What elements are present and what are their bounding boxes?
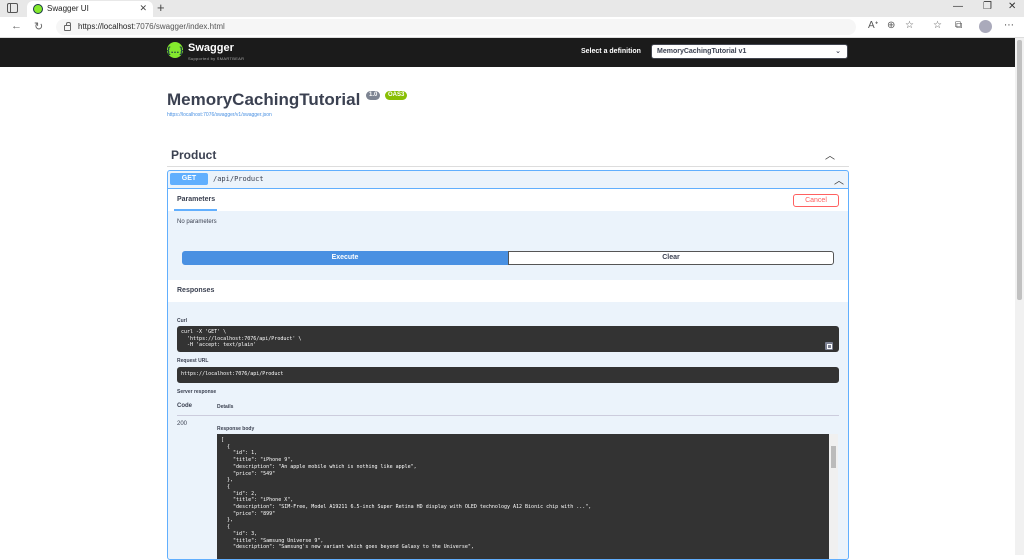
code-column-header: Code <box>177 403 192 409</box>
swagger-logo-icon[interactable]: {…} <box>167 42 183 58</box>
response-body-code: [ { "id": 1, "title": "iPhone 9", "descr… <box>217 434 829 559</box>
version-badge: 1.0 <box>366 91 381 100</box>
close-window-icon[interactable]: ✕ <box>1008 1 1016 12</box>
logo-text: Swagger <box>188 42 234 54</box>
page-scroll-thumb[interactable] <box>1017 40 1022 300</box>
tab-underline <box>174 209 217 211</box>
tag-divider <box>167 166 849 167</box>
response-body-label: Response body <box>217 426 255 432</box>
request-url-label: Request URL <box>177 358 209 364</box>
close-tab-icon[interactable]: ✕ <box>139 3 147 14</box>
browser-tab-bar: Swagger UI ✕ + — ❐ ✕ <box>0 0 1024 17</box>
collections-icon[interactable]: ⧉ <box>955 20 962 31</box>
browser-tab[interactable]: Swagger UI ✕ <box>27 1 153 17</box>
responses-title: Responses <box>177 287 215 294</box>
response-body-scroll-thumb[interactable] <box>831 446 836 468</box>
profile-avatar[interactable] <box>979 20 992 33</box>
table-divider <box>177 415 839 416</box>
parameters-header <box>168 189 848 211</box>
clear-button[interactable]: Clear <box>508 251 834 265</box>
window-menu-icon[interactable] <box>7 3 18 13</box>
definition-select[interactable]: MemoryCachingTutorial v1 ⌄ <box>651 44 848 59</box>
parameters-tab[interactable]: Parameters <box>177 196 215 203</box>
refresh-icon[interactable]: ↻ <box>34 20 43 33</box>
chevron-up-icon[interactable]: ︿ <box>825 147 835 162</box>
tag-title[interactable]: Product <box>171 148 216 162</box>
execute-button[interactable]: Execute <box>182 251 508 265</box>
new-tab-icon[interactable]: + <box>157 0 165 15</box>
details-column-header: Details <box>217 404 234 410</box>
read-aloud-icon[interactable]: Aᐩ <box>868 20 879 31</box>
definition-label: Select a definition <box>581 48 641 55</box>
api-title: MemoryCachingTutorial <box>167 90 361 109</box>
no-parameters-text: No parameters <box>177 219 217 225</box>
tab-title: Swagger UI <box>47 4 89 13</box>
operation-path[interactable]: /api/Product <box>213 175 264 183</box>
curl-code: curl -X 'GET' \ 'https://localhost:7076/… <box>177 326 839 352</box>
chevron-down-icon: ⌄ <box>835 48 841 55</box>
back-icon[interactable]: ← <box>11 20 22 32</box>
swagger-json-link[interactable]: https://localhost:7076/swagger/v1/swagge… <box>167 112 272 118</box>
definition-value: MemoryCachingTutorial v1 <box>657 48 747 55</box>
lock-icon[interactable] <box>64 22 71 31</box>
server-response-label: Server response <box>177 389 217 395</box>
responses-header <box>168 280 848 302</box>
cancel-button[interactable]: Cancel <box>793 194 839 207</box>
favorites-icon[interactable]: ☆ <box>933 20 942 31</box>
address-bar[interactable]: https://localhost:7076/swagger/index.htm… <box>56 19 856 35</box>
restore-icon[interactable]: ❐ <box>983 1 992 12</box>
minimize-icon[interactable]: — <box>953 1 963 12</box>
oas-badge: OAS3 <box>385 91 408 100</box>
swagger-favicon-icon <box>33 4 43 14</box>
swagger-topbar: {…} Swagger Supported by SMARTBEAR Selec… <box>0 38 1015 67</box>
status-code: 200 <box>177 421 188 427</box>
copy-icon[interactable] <box>825 342 833 350</box>
logo-subtitle: Supported by SMARTBEAR <box>188 56 245 61</box>
more-menu-icon[interactable]: ⋯ <box>1004 20 1014 31</box>
url-text: https://localhost:7076/swagger/index.htm… <box>78 22 225 31</box>
favorite-add-icon[interactable]: ☆ <box>905 20 914 31</box>
method-badge[interactable]: GET <box>170 173 208 185</box>
address-bar-row: ← ↻ https://localhost:7076/swagger/index… <box>0 17 1024 38</box>
curl-label: Curl <box>177 318 187 324</box>
chevron-up-icon[interactable]: ︿ <box>834 172 844 187</box>
request-url-code: https://localhost:7076/api/Product <box>177 367 839 383</box>
zoom-icon[interactable]: ⊕ <box>887 20 895 31</box>
